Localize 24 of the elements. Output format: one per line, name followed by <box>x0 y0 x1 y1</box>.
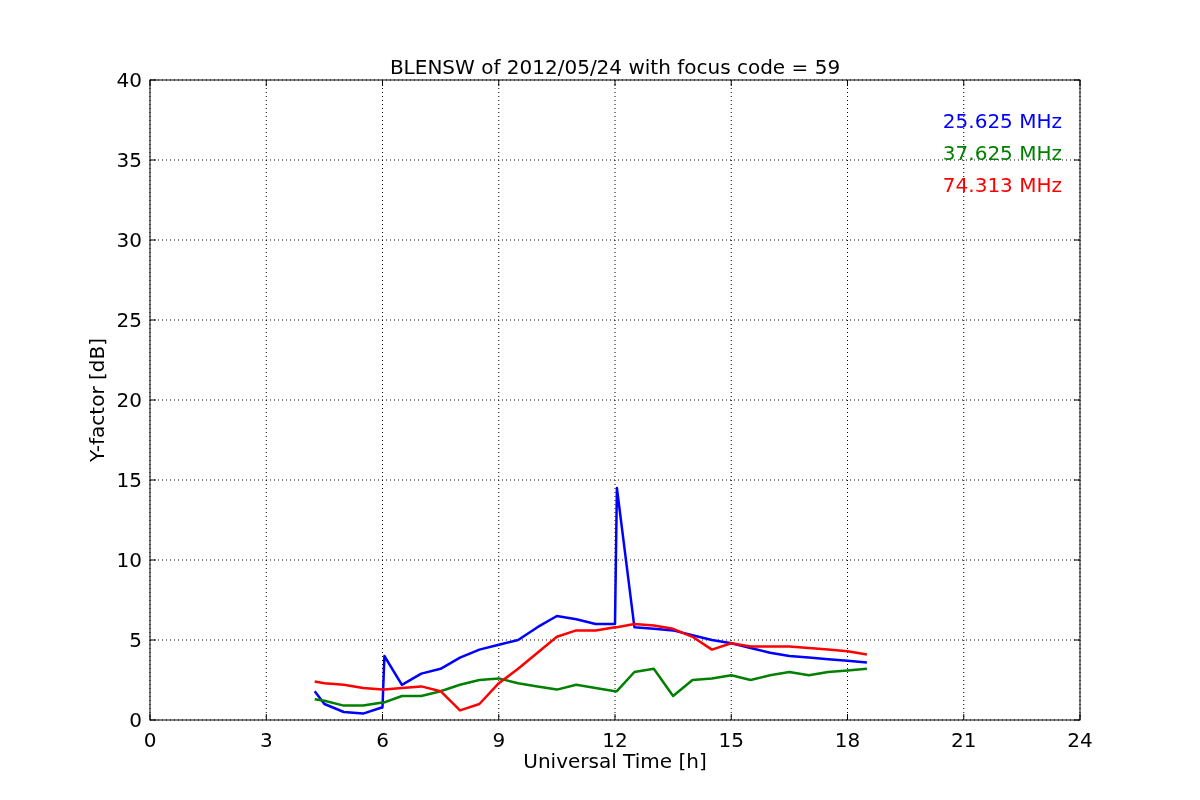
x-tick-label: 12 <box>602 728 628 752</box>
y-tick-label: 5 <box>129 628 142 652</box>
x-tick-label: 24 <box>1067 728 1093 752</box>
y-tick-label: 35 <box>116 148 142 172</box>
y-axis-title: Y-factor [dB] <box>85 338 109 462</box>
y-tick-label: 0 <box>129 708 142 732</box>
x-tick-label: 15 <box>718 728 744 752</box>
x-tick-label: 18 <box>834 728 861 752</box>
y-tick-label: 10 <box>116 548 142 572</box>
legend-label: 25.625 MHz <box>942 109 1062 133</box>
legend-label: 37.625 MHz <box>942 141 1062 165</box>
y-tick-label: 15 <box>116 468 142 492</box>
y-tick-label: 30 <box>116 228 142 252</box>
y-tick-label: 25 <box>116 308 142 332</box>
x-tick-label: 9 <box>492 728 506 752</box>
y-tick-label: 20 <box>116 388 142 412</box>
x-tick-label: 3 <box>259 728 273 752</box>
legend-label: 74.313 MHz <box>942 173 1062 197</box>
x-tick-label: 21 <box>951 728 977 752</box>
x-tick-label: 6 <box>376 728 389 752</box>
x-tick-label: 0 <box>143 728 157 752</box>
chart-title: BLENSW of 2012/05/24 with focus code = 59 <box>389 55 841 79</box>
x-axis-title: Universal Time [h] <box>523 749 707 773</box>
y-tick-label: 40 <box>116 68 142 92</box>
